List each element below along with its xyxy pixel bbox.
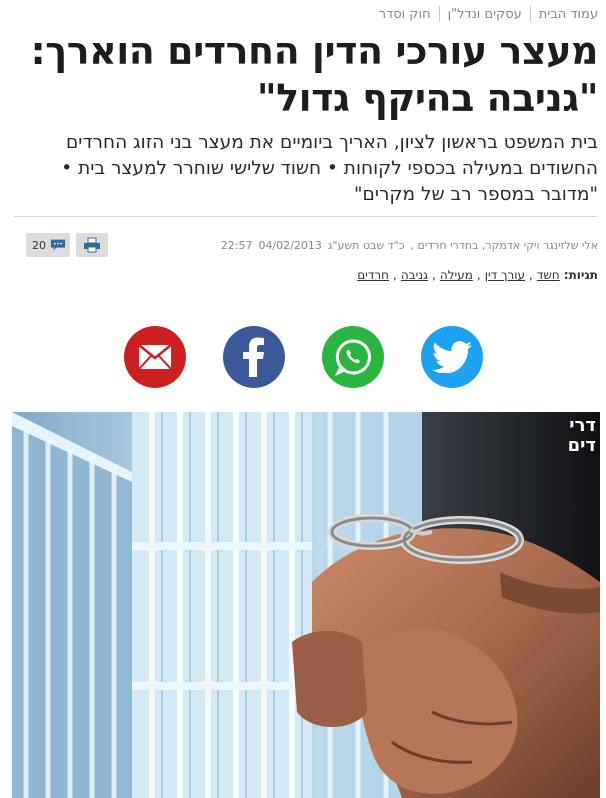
byline-authors: אלי שלזינגר ויקי אדמקר, בחדרי חרדים ,	[410, 238, 598, 252]
breadcrumb-home[interactable]: עמוד הבית	[531, 7, 598, 22]
byline-hebrew-date: כ"ד שבט תשע"ג	[327, 238, 405, 252]
printer-icon	[84, 237, 100, 253]
divider	[14, 216, 598, 217]
email-icon	[137, 344, 172, 370]
breadcrumb-business-realestate[interactable]: עסקים ונדל"ן	[440, 7, 530, 22]
breadcrumb-separator	[438, 6, 440, 22]
comments-count: 20	[32, 238, 46, 252]
byline-time: 22:57	[220, 238, 253, 252]
breadcrumb-law-and-order[interactable]: חוק וסדר	[371, 7, 439, 22]
facebook-icon	[242, 337, 264, 377]
tag-link[interactable]: חרדים	[357, 268, 389, 282]
breadcrumb: עמוד הבית עסקים ונדל"ן חוק וסדר	[8, 4, 598, 24]
tag-separator: ,	[476, 268, 481, 282]
article-tools: 20	[26, 233, 108, 257]
breadcrumb-separator	[529, 6, 531, 22]
image-watermark: דרי דים	[568, 416, 596, 456]
hero-image: דרי דים	[12, 412, 600, 798]
tag-link[interactable]: חשד	[537, 268, 560, 282]
twitter-icon	[431, 341, 472, 373]
article-meta: אלי שלזינגר ויקי אדמקר, בחדרי חרדים , כ"…	[26, 232, 598, 258]
share-facebook-button[interactable]	[222, 326, 285, 388]
article-headline: מעצר עורכי הדין החרדים הוארך: "גניבה בהי…	[30, 29, 599, 120]
watermark-line-1: דרי	[569, 415, 596, 436]
tags-label: תגיות:	[563, 268, 598, 282]
tag-separator: ,	[529, 268, 533, 282]
whatsapp-icon	[334, 339, 371, 376]
share-buttons	[0, 326, 606, 390]
share-twitter-button[interactable]	[420, 326, 483, 388]
byline: אלי שלזינגר ויקי אדמקר, בחדרי חרדים , כ"…	[221, 239, 598, 252]
tag-separator: ,	[432, 268, 436, 282]
tag-separator: ,	[393, 268, 397, 282]
tag-link[interactable]: עורך דין	[485, 268, 525, 282]
comment-bubble-icon	[50, 239, 66, 251]
article-subtitle: בית המשפט בראשון לציון, האריך ביומיים את…	[61, 132, 598, 205]
print-button[interactable]	[76, 233, 108, 257]
watermark-line-2: דים	[567, 435, 596, 456]
byline-date: 04/02/2013	[258, 238, 322, 252]
prison-handcuffs-illustration	[12, 412, 600, 798]
tag-link[interactable]: מעילה	[440, 268, 473, 282]
share-email-button[interactable]	[123, 326, 186, 388]
share-whatsapp-button[interactable]	[321, 326, 384, 388]
tag-link[interactable]: גניבה	[401, 268, 428, 282]
comments-button[interactable]: 20	[26, 233, 70, 257]
tags: תגיות: חשד , עורך דין , מעילה , גניבה , …	[10, 266, 598, 284]
